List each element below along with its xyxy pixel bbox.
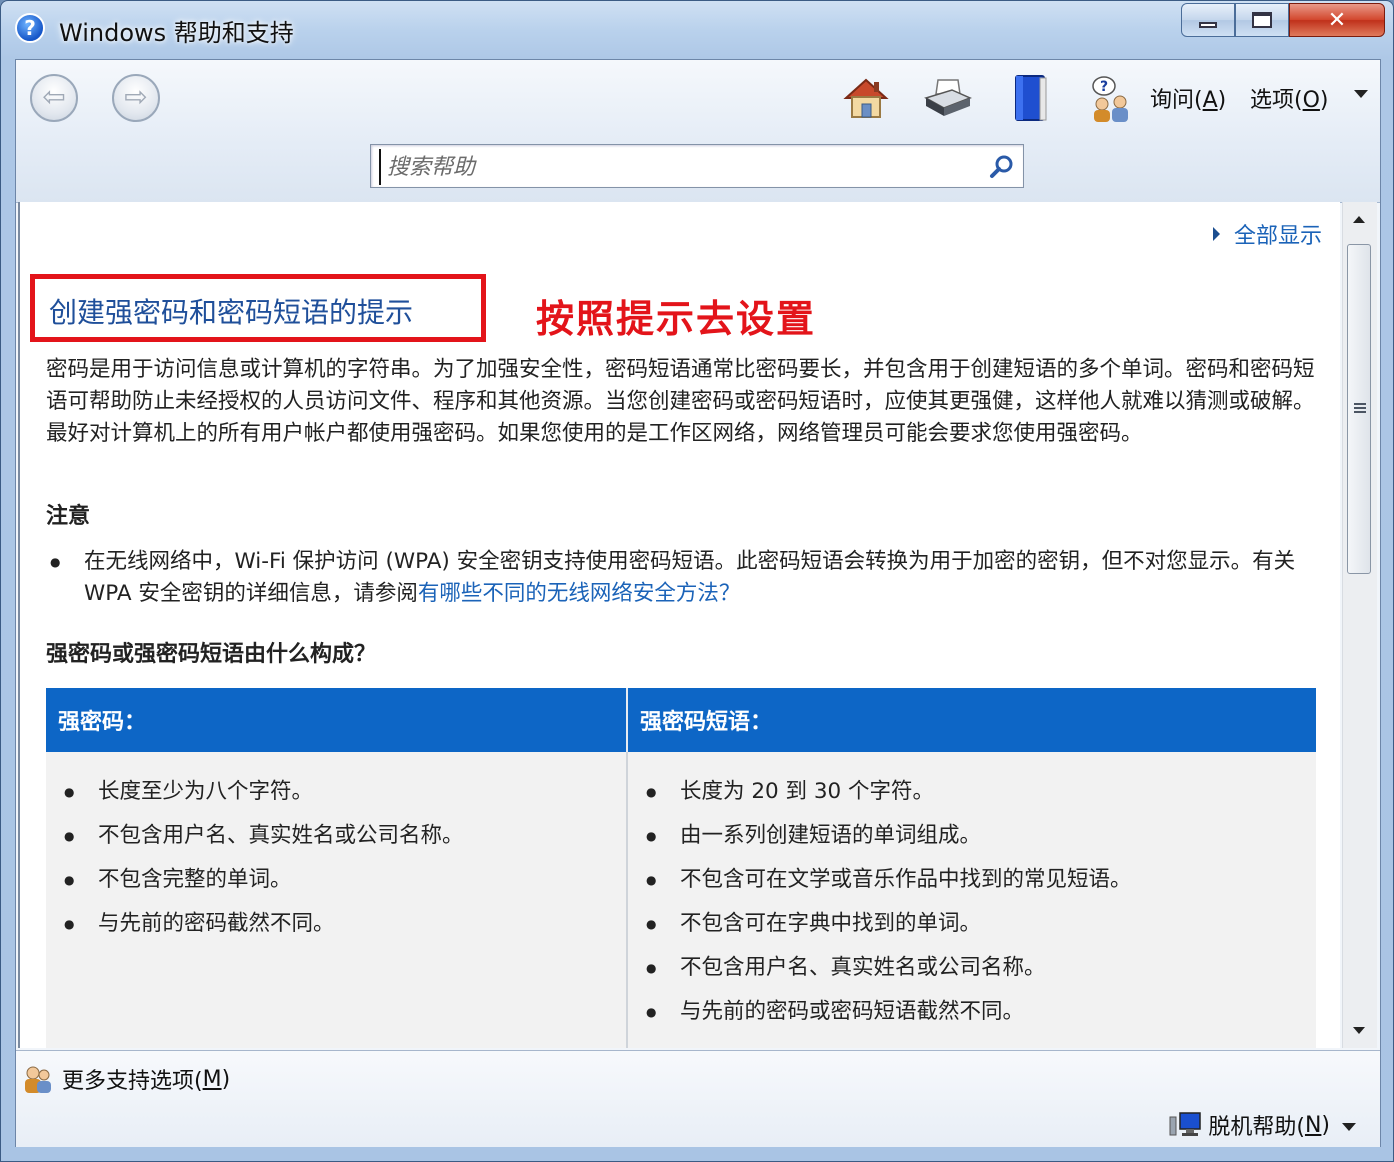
window-title: Windows 帮助和支持 — [59, 19, 294, 47]
note-list: 在无线网络中，Wi-Fi 保护访问 (WPA) 安全密钥支持使用密码短语。此密码… — [46, 546, 1296, 610]
minimize-icon — [1199, 22, 1217, 28]
options-menu-suffix: ) — [1319, 88, 1329, 113]
search-box — [370, 144, 1024, 188]
close-button[interactable]: ✕ — [1289, 3, 1385, 37]
table-cell-strong-passphrase: 长度为 20 到 30 个字符。 由一系列创建短语的单词组成。 不包含可在文学或… — [627, 752, 1316, 1048]
list-item: 不包含可在文学或音乐作品中找到的常见短语。 — [628, 858, 1316, 902]
options-menu[interactable]: 选项(O) — [1250, 82, 1329, 114]
print-icon — [924, 79, 972, 116]
options-menu-label: 选项( — [1250, 88, 1303, 113]
ask-menu-label: 询问( — [1150, 88, 1203, 113]
list-item: 不包含用户名、真实姓名或公司名称。 — [46, 814, 626, 858]
maximize-button[interactable] — [1235, 3, 1289, 37]
forward-arrow-icon: ⇨ — [124, 80, 148, 113]
options-menu-accesskey: O — [1302, 88, 1320, 113]
caption-buttons: ✕ — [1181, 3, 1385, 39]
ask-button[interactable]: ? — [1086, 72, 1138, 124]
options-dropdown-arrow-icon[interactable] — [1354, 90, 1368, 98]
scroll-grip-icon — [1354, 403, 1366, 415]
offline-help-label: 脱机帮助( — [1208, 1115, 1305, 1140]
client-area: ⇦ ⇨ ? 询问(A) 选项(O) 搜索帮助 全部显示 创建强密码和密码短语的提… — [15, 59, 1381, 1147]
svg-text:?: ? — [1100, 79, 1108, 95]
minimize-button[interactable] — [1181, 3, 1235, 37]
list-item: 不包含用户名、真实姓名或公司名称。 — [628, 946, 1316, 990]
vertical-scrollbar[interactable] — [1342, 202, 1377, 1048]
back-arrow-icon: ⇦ — [42, 80, 66, 113]
scroll-down-arrow-icon[interactable] — [1353, 1027, 1365, 1034]
show-all-label: 全部显示 — [1233, 224, 1322, 249]
annotation-text: 按照提示去设置 — [536, 296, 817, 341]
list-item: 由一系列创建短语的单词组成。 — [628, 814, 1316, 858]
more-support-button[interactable]: 更多支持选项(M) — [22, 1063, 230, 1095]
ask-menu-accesskey: A — [1202, 88, 1218, 113]
table-header-strong-password: 强密码： — [46, 688, 628, 752]
strong-passphrase-list: 长度为 20 到 30 个字符。 由一系列创建短语的单词组成。 不包含可在文学或… — [628, 770, 1316, 1034]
strong-password-list: 长度至少为八个字符。 不包含用户名、真实姓名或公司名称。 不包含完整的单词。 与… — [46, 770, 626, 946]
table-header-strong-passphrase: 强密码短语： — [627, 688, 1316, 752]
table-header-row: 强密码： 强密码短语： — [46, 688, 1316, 752]
more-support-suffix: ) — [221, 1066, 231, 1092]
offline-help-button[interactable]: 脱机帮助(N) — [1168, 1109, 1330, 1141]
maximize-icon — [1252, 12, 1272, 28]
offline-help-suffix: ) — [1321, 1112, 1330, 1138]
more-support-label: 更多支持选项( — [62, 1069, 203, 1094]
status-area: 更多支持选项(M) 脱机帮助(N) — [16, 1050, 1380, 1147]
intro-paragraph: 密码是用于访问信息或计算机的字符串。为了加强安全性，密码短语通常比密码要长，并包… — [46, 357, 1315, 446]
home-button[interactable] — [840, 72, 892, 124]
ask-menu-suffix: ) — [1217, 88, 1227, 113]
section-heading: 强密码或强密码短语由什么构成？ — [46, 642, 377, 667]
search-input[interactable] — [379, 149, 979, 185]
scroll-thumb[interactable] — [1347, 244, 1371, 574]
more-support-accesskey: M — [202, 1066, 222, 1092]
help-content: 全部显示 创建强密码和密码短语的提示 按照提示去设置 密码是用于访问信息或计算机… — [18, 202, 1340, 1048]
home-icon — [843, 78, 889, 118]
list-item: 与先前的密码截然不同。 — [46, 902, 626, 946]
people-icon — [25, 1066, 51, 1093]
page-title-highlight: 创建强密码和密码短语的提示 — [30, 274, 486, 342]
scroll-up-arrow-icon[interactable] — [1353, 216, 1365, 223]
show-all-link[interactable]: 全部显示 — [1212, 218, 1322, 250]
back-button[interactable]: ⇦ — [30, 74, 78, 122]
note-heading: 注意 — [46, 504, 91, 529]
list-item: 不包含可在字典中找到的单词。 — [628, 902, 1316, 946]
help-app-icon: ? — [15, 13, 45, 43]
offline-computer-icon — [1169, 1112, 1202, 1136]
search-icon[interactable] — [987, 153, 1015, 181]
close-icon: ✕ — [1327, 7, 1347, 33]
list-item: 不包含完整的单词。 — [46, 858, 626, 902]
table-cell-strong-password: 长度至少为八个字符。 不包含用户名、真实姓名或公司名称。 不包含完整的单词。 与… — [46, 752, 628, 1048]
print-button[interactable] — [922, 72, 974, 124]
offline-help-accesskey: N — [1304, 1112, 1322, 1138]
ask-icon: ? — [1092, 76, 1128, 122]
browse-help-button[interactable] — [1004, 72, 1056, 124]
page-title: 创建强密码和密码短语的提示 — [49, 296, 414, 329]
table-row: 长度至少为八个字符。 不包含用户名、真实姓名或公司名称。 不包含完整的单词。 与… — [46, 752, 1316, 1048]
note-item: 在无线网络中，Wi-Fi 保护访问 (WPA) 安全密钥支持使用密码短语。此密码… — [46, 546, 1296, 610]
title-bar[interactable]: ? Windows 帮助和支持 ✕ — [1, 1, 1393, 57]
list-item: 长度为 20 到 30 个字符。 — [628, 770, 1316, 814]
browse-help-icon — [1015, 75, 1047, 121]
toolbar: ⇦ ⇨ ? 询问(A) 选项(O) 搜索帮助 — [16, 60, 1380, 203]
list-item: 与先前的密码或密码短语截然不同。 — [628, 990, 1316, 1034]
expand-triangle-icon — [1212, 227, 1220, 241]
ask-menu[interactable]: 询问(A) — [1150, 82, 1226, 114]
help-window: ? Windows 帮助和支持 ✕ ⇦ ⇨ ? 询问(A) 选项(O) 搜索帮助… — [0, 0, 1394, 1162]
forward-button[interactable]: ⇨ — [112, 74, 160, 122]
offline-dropdown-arrow-icon[interactable] — [1342, 1123, 1356, 1131]
wireless-security-link[interactable]: 有哪些不同的无线网络安全方法？ — [418, 581, 741, 606]
list-item: 长度至少为八个字符。 — [46, 770, 626, 814]
comparison-table: 强密码： 强密码短语： 长度至少为八个字符。 不包含用户名、真实姓名或公司名称。… — [46, 688, 1316, 1048]
